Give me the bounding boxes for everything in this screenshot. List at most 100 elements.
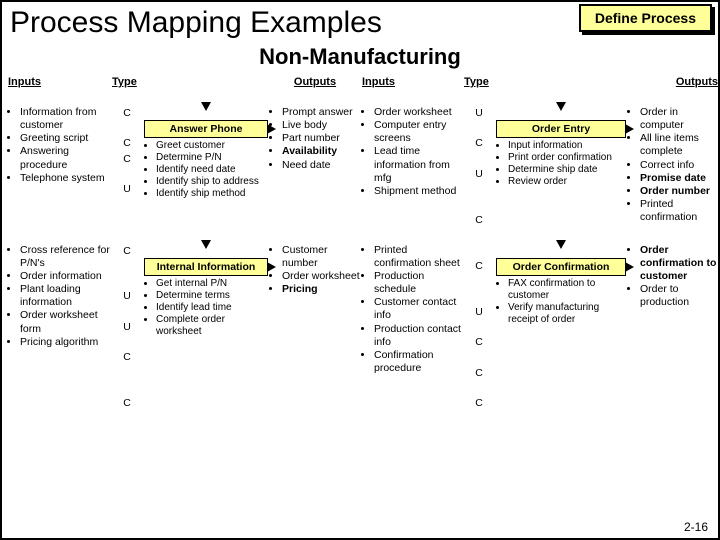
process-name: Answer Phone bbox=[144, 120, 268, 138]
process-step: Identify lead time bbox=[156, 302, 268, 314]
outputs-order-confirm: Order confirmation to customer Order to … bbox=[628, 244, 718, 411]
output-item: All line items complete bbox=[640, 132, 718, 158]
output-item: Pricing bbox=[282, 283, 360, 296]
type-code: C bbox=[112, 350, 142, 365]
arrow-right-icon bbox=[625, 262, 634, 272]
hdr-inputs-1: Inputs bbox=[8, 76, 110, 90]
types-internal-info: C U U C C bbox=[112, 244, 142, 411]
output-item: Order number bbox=[640, 185, 718, 198]
output-item: Customer number bbox=[282, 244, 360, 270]
output-item: Live body bbox=[282, 119, 360, 132]
outputs-order-entry: Order in computer All line items complet… bbox=[628, 106, 718, 228]
type-code: C bbox=[112, 152, 142, 167]
output-item: Order worksheet bbox=[282, 270, 360, 283]
input-item: Production contact info bbox=[374, 323, 462, 349]
input-item: Shipment method bbox=[374, 185, 462, 198]
page-number: 2-16 bbox=[684, 520, 708, 534]
input-item: Information from customer bbox=[20, 106, 110, 132]
type-code: U bbox=[464, 106, 494, 121]
process-step: Greet customer bbox=[156, 140, 268, 152]
type-code: U bbox=[112, 182, 142, 197]
process-row-1: Information from customer Greeting scrip… bbox=[2, 106, 718, 228]
inputs-internal-info: Cross reference for P/N's Order informat… bbox=[8, 244, 110, 411]
types-order-confirm: C U C C C bbox=[464, 244, 494, 411]
output-item: Correct info bbox=[640, 159, 718, 172]
process-step: Determine P/N bbox=[156, 152, 268, 164]
outputs-internal-info: Customer number Order worksheet Pricing bbox=[270, 244, 360, 411]
output-item: Part number bbox=[282, 132, 360, 145]
type-code: C bbox=[464, 335, 494, 350]
types-order-entry: U C U C bbox=[464, 106, 494, 228]
input-item: Telephone system bbox=[20, 172, 110, 185]
input-item: Cross reference for P/N's bbox=[20, 244, 110, 270]
output-item: Printed confirmation bbox=[640, 198, 718, 224]
hdr-type-1: Type bbox=[112, 76, 142, 90]
type-code: C bbox=[112, 244, 142, 259]
type-code: C bbox=[112, 136, 142, 151]
input-item: Customer contact info bbox=[374, 296, 462, 322]
process-step: Determine terms bbox=[156, 290, 268, 302]
type-code: C bbox=[112, 106, 142, 121]
inputs-order-confirm: Printed confirmation sheet Production sc… bbox=[362, 244, 462, 411]
process-internal-info: Internal Information Get internal P/N De… bbox=[144, 244, 268, 411]
type-code: C bbox=[464, 213, 494, 228]
input-item: Confirmation procedure bbox=[374, 349, 462, 375]
input-item: Pricing algorithm bbox=[20, 336, 110, 349]
output-item: Order confirmation to customer bbox=[640, 244, 718, 283]
input-item: Plant loading information bbox=[20, 283, 110, 309]
process-step: Identify ship to address bbox=[156, 176, 268, 188]
types-answer-phone: C C C U bbox=[112, 106, 142, 228]
input-item: Printed confirmation sheet bbox=[374, 244, 462, 270]
output-item: Prompt answer bbox=[282, 106, 360, 119]
process-step: Review order bbox=[508, 176, 626, 188]
process-step: Identify need date bbox=[156, 164, 268, 176]
process-step: Input information bbox=[508, 140, 626, 152]
process-step: FAX confirmation to customer bbox=[508, 278, 626, 302]
input-item: Computer entry screens bbox=[374, 119, 462, 145]
arrow-right-icon bbox=[267, 262, 276, 272]
process-name: Order Entry bbox=[496, 120, 626, 138]
type-code: U bbox=[112, 320, 142, 335]
inputs-answer-phone: Information from customer Greeting scrip… bbox=[8, 106, 110, 228]
type-code: U bbox=[112, 289, 142, 304]
process-order-entry: Order Entry Input information Print orde… bbox=[496, 106, 626, 228]
input-item: Lead time information from mfg bbox=[374, 145, 462, 184]
input-item: Greeting script bbox=[20, 132, 110, 145]
output-item: Need date bbox=[282, 159, 360, 172]
process-name: Internal Information bbox=[144, 258, 268, 276]
hdr-inputs-2: Inputs bbox=[362, 76, 462, 90]
process-step: Verify manufacturing receipt of order bbox=[508, 302, 626, 326]
sub-title: Non-Manufacturing bbox=[2, 42, 718, 76]
process-step: Get internal P/N bbox=[156, 278, 268, 290]
type-code: C bbox=[464, 259, 494, 274]
arrow-right-icon bbox=[267, 124, 276, 134]
arrow-down-icon bbox=[556, 240, 566, 249]
input-item: Answering procedure bbox=[20, 145, 110, 171]
input-item: Order worksheet bbox=[374, 106, 462, 119]
process-step: Print order confirmation bbox=[508, 152, 626, 164]
type-code: C bbox=[464, 366, 494, 381]
define-process-box: Define Process bbox=[579, 4, 712, 32]
type-code: U bbox=[464, 167, 494, 182]
input-item: Order information bbox=[20, 270, 110, 283]
hdr-outputs-2: Outputs bbox=[628, 76, 718, 90]
process-row-2: Cross reference for P/N's Order informat… bbox=[2, 244, 718, 411]
process-answer-phone: Answer Phone Greet customer Determine P/… bbox=[144, 106, 268, 228]
process-name: Order Confirmation bbox=[496, 258, 626, 276]
arrow-right-icon bbox=[625, 124, 634, 134]
input-item: Production schedule bbox=[374, 270, 462, 296]
output-item: Promise date bbox=[640, 172, 718, 185]
output-item: Availability bbox=[282, 145, 360, 158]
process-step: Identify ship method bbox=[156, 188, 268, 200]
inputs-order-entry: Order worksheet Computer entry screens L… bbox=[362, 106, 462, 228]
process-step: Determine ship date bbox=[508, 164, 626, 176]
output-item: Order to production bbox=[640, 283, 718, 309]
hdr-type-2: Type bbox=[464, 76, 494, 90]
process-step: Complete order worksheet bbox=[156, 314, 268, 338]
output-item: Order in computer bbox=[640, 106, 718, 132]
input-item: Order worksheet form bbox=[20, 309, 110, 335]
page-title: Process Mapping Examples bbox=[10, 6, 382, 40]
type-code: C bbox=[464, 396, 494, 411]
arrow-down-icon bbox=[556, 102, 566, 111]
outputs-answer-phone: Prompt answer Live body Part number Avai… bbox=[270, 106, 360, 228]
